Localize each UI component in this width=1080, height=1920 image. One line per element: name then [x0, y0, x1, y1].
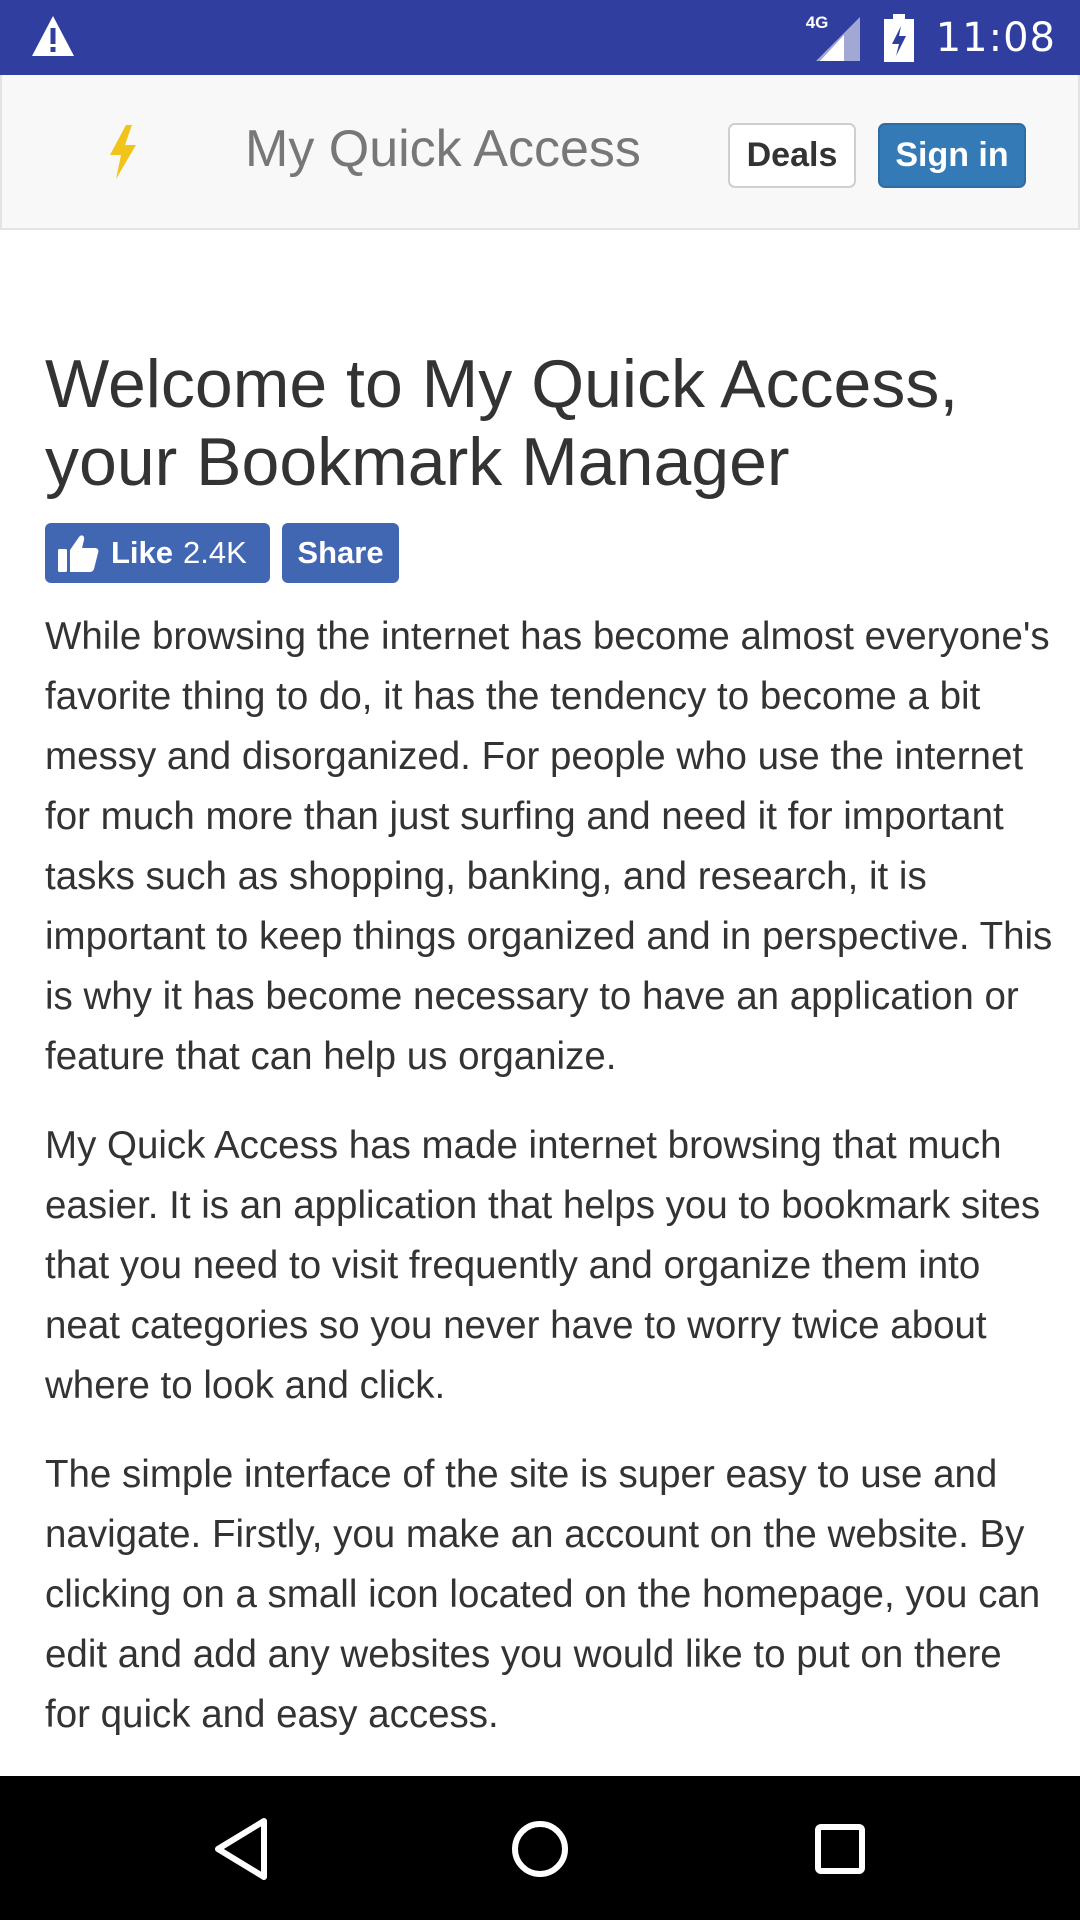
like-label: Like [111, 535, 174, 570]
bolt-icon[interactable] [108, 125, 138, 179]
home-icon[interactable] [510, 1819, 570, 1879]
about-paragraph: My Quick Access has made internet browsi… [45, 1124, 1041, 1407]
status-indicators: 4G 11:08 [806, 0, 1056, 75]
signal-icon: 4G [805, 12, 862, 61]
brand-title[interactable]: My Quick Access [245, 119, 641, 179]
social-buttons: Like 2.4K Share [45, 523, 1045, 583]
site-header: My Quick Access Deals Sign in [0, 75, 1080, 230]
network-type-label: 4G [805, 12, 829, 32]
thumbs-up-icon [58, 535, 99, 572]
like-count: 2.4K [183, 535, 247, 570]
facebook-like-button[interactable]: Like 2.4K [45, 523, 270, 583]
deals-button[interactable]: Deals [728, 123, 856, 188]
sign-in-button[interactable]: Sign in [878, 123, 1026, 188]
intro-paragraph: While browsing the internet has become a… [45, 615, 1053, 1078]
battery-icon [883, 13, 914, 62]
facebook-share-button[interactable]: Share [282, 523, 399, 583]
warning-icon [32, 16, 74, 56]
main-content: Welcome to My Quick Access, your Bookmar… [45, 345, 1052, 1745]
clock: 11:08 [935, 14, 1056, 61]
navigation-bar [0, 1776, 1080, 1920]
back-icon[interactable] [212, 1816, 270, 1882]
recents-icon[interactable] [814, 1823, 866, 1875]
status-bar: 4G 11:08 [0, 0, 1080, 75]
interface-paragraph: The simple interface of the site is supe… [45, 1453, 1041, 1736]
page-title: Welcome to My Quick Access, your Bookmar… [45, 346, 959, 500]
